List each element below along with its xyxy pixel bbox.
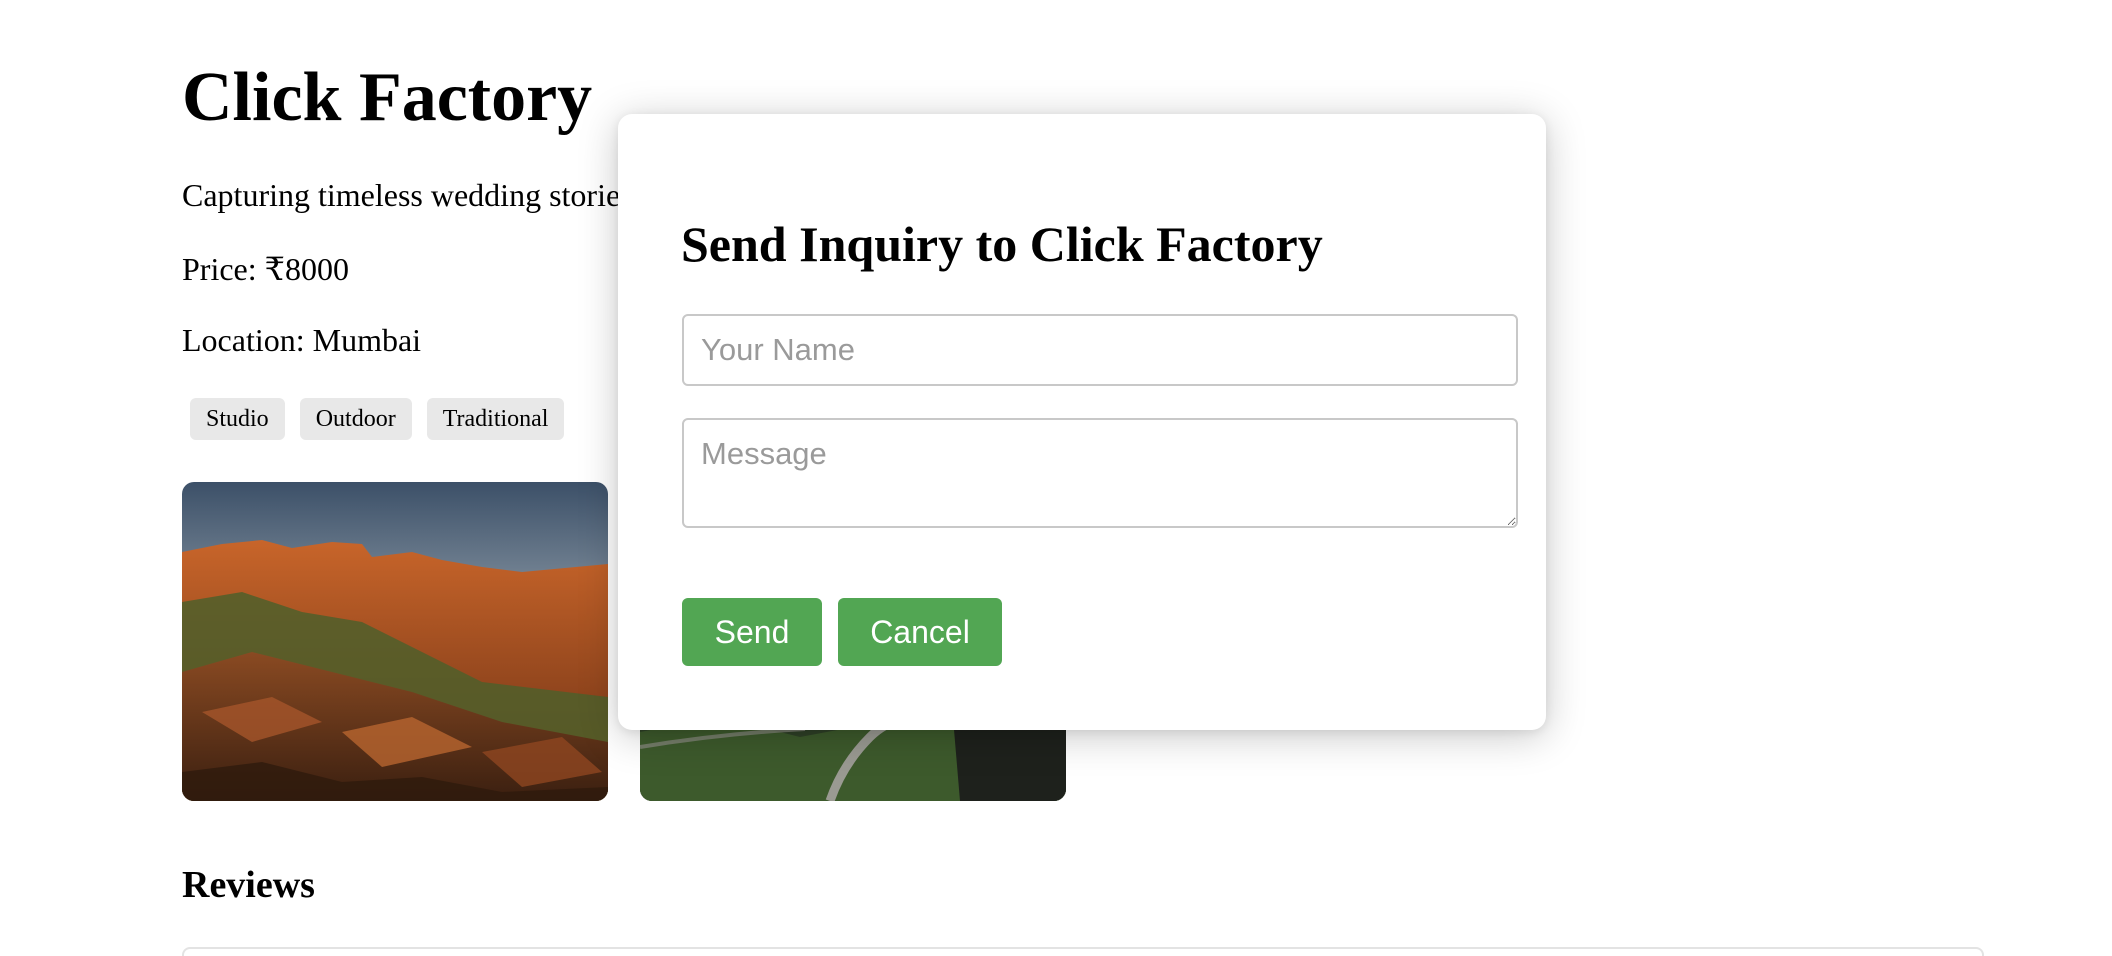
studio-price: Price: ₹8000 — [182, 251, 349, 287]
studio-tagline: Capturing timeless wedding storie — [182, 177, 621, 213]
style-tags: Studio Outdoor Traditional — [190, 398, 565, 440]
cancel-button[interactable]: Cancel — [838, 598, 1002, 666]
reviews-heading: Reviews — [182, 864, 315, 906]
send-button[interactable]: Send — [682, 598, 822, 666]
tag-outdoor: Outdoor — [299, 398, 412, 440]
studio-location: Location: Mumbai — [182, 322, 422, 358]
review-card — [182, 947, 1984, 956]
canyon-rock-landscape-photo — [182, 482, 608, 801]
tag-traditional: Traditional — [426, 398, 565, 440]
name-input[interactable] — [682, 314, 1518, 386]
gallery-photo-canyon[interactable] — [182, 482, 608, 801]
tag-studio: Studio — [190, 398, 285, 440]
message-input[interactable] — [682, 418, 1518, 528]
studio-title: Click Factory — [182, 59, 593, 136]
modal-title: Send Inquiry to Click Factory — [681, 216, 1323, 272]
inquiry-modal: Send Inquiry to Click Factory Send Cance… — [618, 114, 1546, 730]
